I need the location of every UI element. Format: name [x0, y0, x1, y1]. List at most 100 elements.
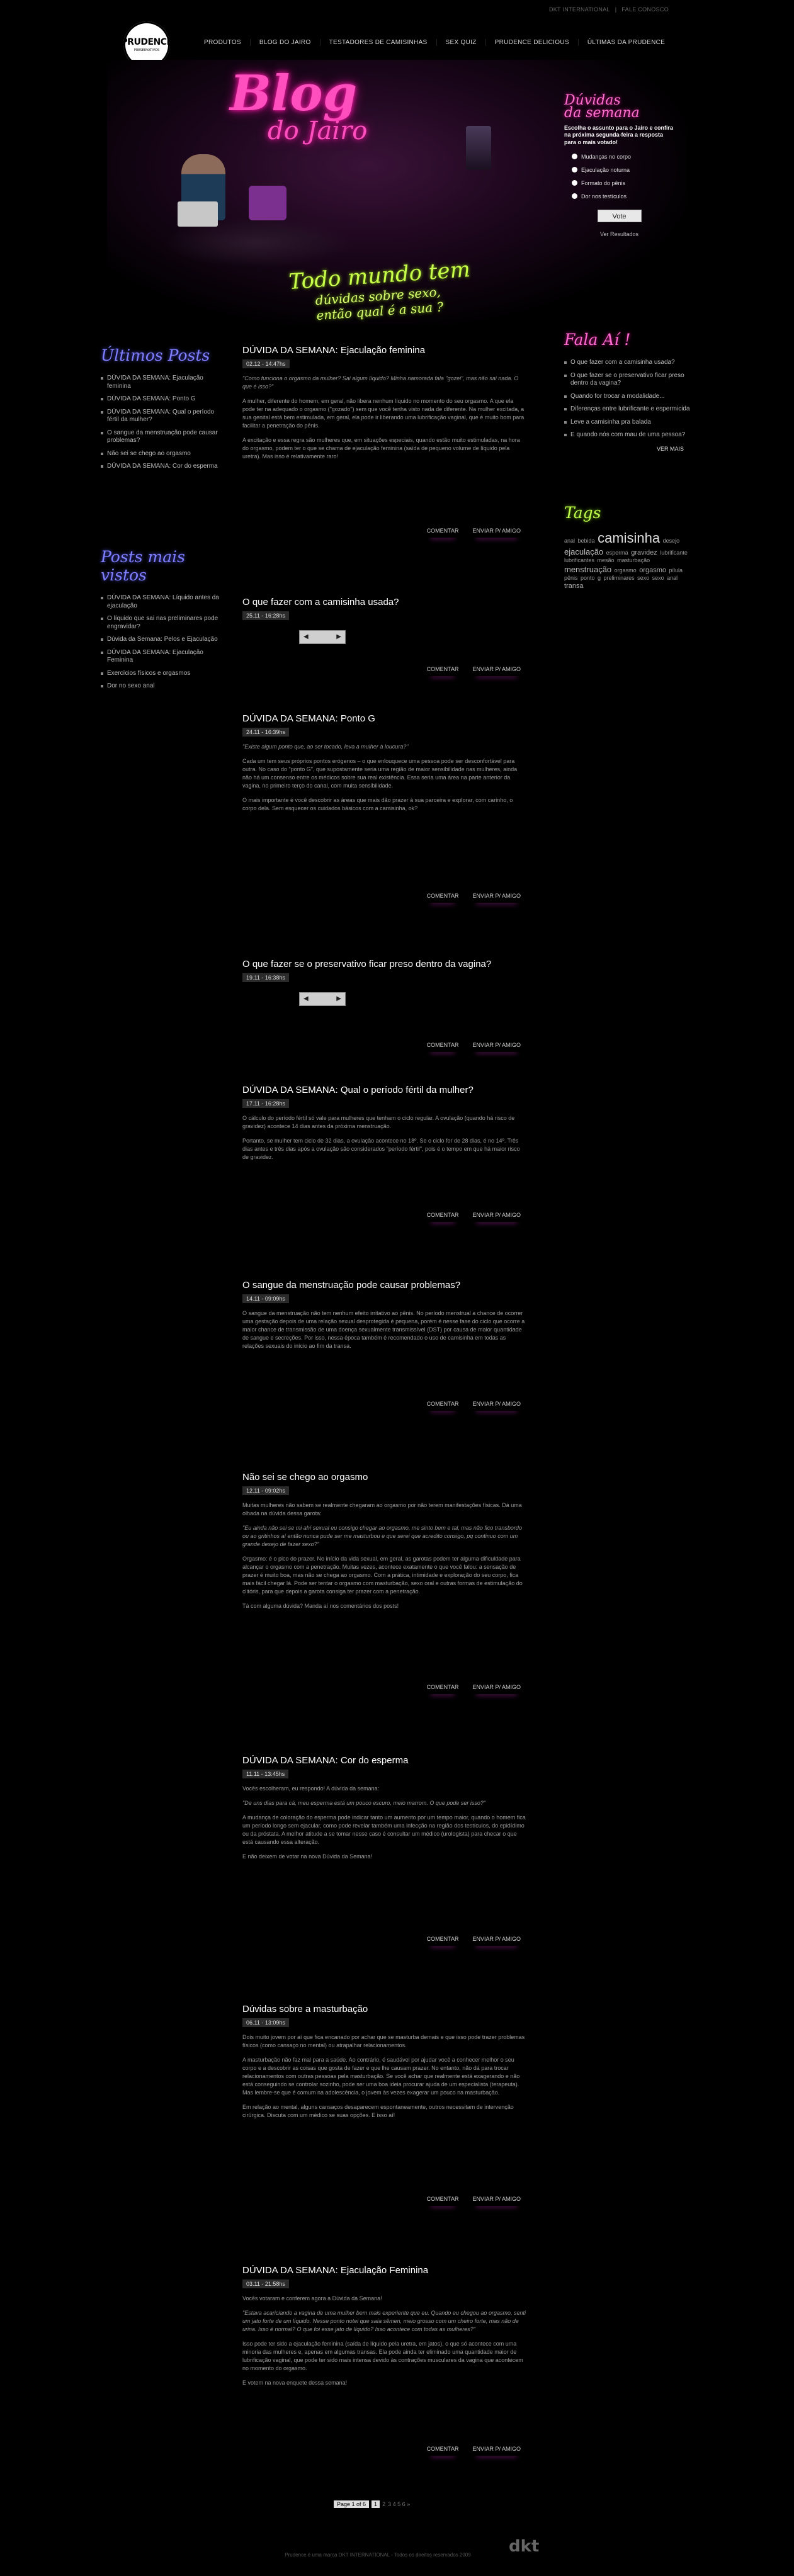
post-title[interactable]: DÚVIDA DA SEMANA: Ejaculação Feminina	[242, 2265, 526, 2277]
recent-post-link[interactable]: DÚVIDA DA SEMANA: Ponto G	[101, 393, 227, 406]
recent-post-link[interactable]: Não sei se chego ao orgasmo	[101, 448, 227, 461]
send-friend-button[interactable]: ENVIAR P/ AMIGO	[472, 528, 521, 538]
tag-link[interactable]: sexo	[637, 575, 649, 581]
post-title[interactable]: Dúvidas sobre a masturbação	[242, 2004, 526, 2016]
post-title[interactable]: Não sei se chego ao orgasmo	[242, 1472, 526, 1484]
tag-link[interactable]: pílula	[669, 567, 683, 573]
tag-link[interactable]: preliminares	[604, 575, 635, 581]
poll-option[interactable]: Ejaculação noturna	[572, 167, 674, 173]
comment-button[interactable]: COMENTAR	[427, 1401, 459, 1411]
nav-produtos[interactable]: PRODUTOS	[195, 39, 250, 46]
tag-link[interactable]: camisinha	[598, 530, 660, 546]
send-friend-button[interactable]: ENVIAR P/ AMIGO	[472, 2446, 521, 2456]
see-more-link[interactable]: VER MAIS	[564, 446, 690, 452]
fala-link[interactable]: Leve a camisinha pra balada	[564, 416, 690, 429]
post-date: 03.11 - 21:58hs	[242, 2279, 289, 2288]
dkt-link[interactable]: DKT INTERNATIONAL	[549, 6, 610, 13]
page-link[interactable]: 3 4 5 6 »	[388, 2501, 410, 2507]
fala-link[interactable]: O que fazer com a camisinha usada?	[564, 356, 690, 370]
tag-link[interactable]: ejaculação	[564, 547, 603, 556]
comment-button[interactable]: COMENTAR	[427, 1936, 459, 1946]
send-friend-button[interactable]: ENVIAR P/ AMIGO	[472, 1212, 521, 1222]
radio-icon[interactable]	[572, 154, 577, 160]
fala-link[interactable]: Quando for trocar a modalidade...	[564, 390, 690, 404]
viewed-post-link[interactable]: Exercícios físicos e orgasmos	[101, 667, 227, 681]
post-title[interactable]: DÚVIDA DA SEMANA: Ejaculação feminina	[242, 345, 526, 357]
nav-ultimas[interactable]: ÚLTIMAS DA PRUDENCE	[577, 39, 674, 46]
send-friend-button[interactable]: ENVIAR P/ AMIGO	[472, 666, 521, 676]
post-title[interactable]: DÚVIDA DA SEMANA: Cor do esperma	[242, 1755, 526, 1767]
post-title[interactable]: O que fazer se o preservativo ficar pres…	[242, 959, 526, 971]
nav-delicious[interactable]: PRUDENCE DELICIOUS	[485, 39, 578, 46]
video-player[interactable]: ◀ ▶	[299, 991, 346, 1006]
comment-button[interactable]: COMENTAR	[427, 1042, 459, 1052]
viewed-post-link[interactable]: Dúvida da Semana: Pelos e Ejaculação	[101, 633, 227, 647]
recent-post-link[interactable]: DÚVIDA DA SEMANA: Ejaculação feminina	[101, 372, 227, 393]
nav-sex-quiz[interactable]: SEX QUIZ	[436, 39, 485, 46]
viewed-post-link[interactable]: O líquido que sai nas preliminares pode …	[101, 613, 227, 633]
page-link[interactable]: 2	[382, 2501, 385, 2507]
radio-icon[interactable]	[572, 180, 577, 186]
tag-link[interactable]: mesão	[598, 557, 615, 563]
poll-results-link[interactable]: Ver Resultados	[564, 231, 674, 237]
next-icon[interactable]: ▶	[336, 633, 341, 640]
send-friend-button[interactable]: ENVIAR P/ AMIGO	[472, 1684, 521, 1694]
recent-post-link[interactable]: O sangue da menstruação pode causar prob…	[101, 427, 227, 448]
radio-icon[interactable]	[572, 193, 577, 200]
comment-button[interactable]: COMENTAR	[427, 1212, 459, 1222]
send-friend-button[interactable]: ENVIAR P/ AMIGO	[472, 2196, 521, 2206]
tag-link[interactable]: lubrificante	[660, 550, 688, 556]
recent-post-link[interactable]: DÚVIDA DA SEMANA: Cor do esperma	[101, 460, 227, 473]
send-friend-button[interactable]: ENVIAR P/ AMIGO	[472, 1936, 521, 1946]
tag-link[interactable]: desejo	[663, 538, 680, 544]
tag-link[interactable]: pênis	[564, 575, 578, 581]
radio-icon[interactable]	[572, 167, 577, 173]
fala-link[interactable]: O que fazer se o preservativo ficar pres…	[564, 370, 690, 390]
fala-link[interactable]: Diferenças entre lubrificante e espermic…	[564, 403, 690, 416]
tag-link[interactable]: masturbação	[617, 557, 650, 563]
dkt-logo[interactable]: dkt	[509, 2537, 539, 2556]
play-icon[interactable]: ◀	[303, 995, 309, 1002]
comment-button[interactable]: COMENTAR	[427, 666, 459, 676]
tag-link[interactable]: sexo anal	[652, 575, 678, 581]
tag-link[interactable]: menstruação	[564, 565, 611, 574]
viewed-post-link[interactable]: Dor no sexo anal	[101, 680, 227, 693]
poll-option[interactable]: Formato do pênis	[572, 180, 674, 186]
post-title[interactable]: O sangue da menstruação pode causar prob…	[242, 1280, 526, 1292]
fala-link[interactable]: E quando nós com mau de uma pessoa?	[564, 429, 690, 442]
tag-link[interactable]: esperma	[606, 550, 628, 556]
comment-button[interactable]: COMENTAR	[427, 2446, 459, 2456]
tag-link[interactable]: transa	[564, 582, 584, 590]
contact-link[interactable]: FALE CONOSCO	[621, 6, 669, 13]
comment-button[interactable]: COMENTAR	[427, 893, 459, 903]
nav-blog[interactable]: BLOG DO JAIRO	[249, 39, 320, 46]
post-title[interactable]: DÚVIDA DA SEMANA: Qual o período fértil …	[242, 1085, 526, 1097]
comment-button[interactable]: COMENTAR	[427, 2196, 459, 2206]
post-paragraph: Vocês votaram e conferem agora a Dúvida …	[242, 2295, 382, 2302]
comment-button[interactable]: COMENTAR	[427, 1684, 459, 1694]
page-current[interactable]: 1	[371, 2500, 380, 2508]
next-icon[interactable]: ▶	[336, 995, 341, 1002]
tag-link[interactable]: ponto g	[581, 575, 601, 581]
send-friend-button[interactable]: ENVIAR P/ AMIGO	[472, 1042, 521, 1052]
recent-post-link[interactable]: DÚVIDA DA SEMANA: Qual o período fértil …	[101, 406, 227, 427]
nav-testadores[interactable]: TESTADORES DE CAMISINHAS	[319, 39, 436, 46]
send-friend-button[interactable]: ENVIAR P/ AMIGO	[472, 893, 521, 903]
tag-link[interactable]: orgasmo	[639, 567, 666, 574]
tag-link[interactable]: orgasmo	[615, 567, 637, 573]
poll-option[interactable]: Dor nos testículos	[572, 193, 674, 200]
vote-button[interactable]: Vote	[597, 209, 642, 222]
video-player[interactable]: ◀ ▶	[299, 630, 346, 644]
tag-link[interactable]: bebida	[578, 538, 595, 544]
send-friend-button[interactable]: ENVIAR P/ AMIGO	[472, 1401, 521, 1411]
tag-link[interactable]: lubrificantes	[564, 557, 594, 563]
play-icon[interactable]: ◀	[303, 633, 309, 640]
viewed-post-link[interactable]: DÚVIDA DA SEMANA: Líquido antes da ejacu…	[101, 592, 227, 613]
post-title[interactable]: DÚVIDA DA SEMANA: Ponto G	[242, 713, 526, 725]
tag-link[interactable]: anal	[564, 538, 575, 544]
poll-option[interactable]: Mudanças no corpo	[572, 154, 674, 160]
post-title[interactable]: O que fazer com a camisinha usada?	[242, 597, 526, 609]
comment-button[interactable]: COMENTAR	[427, 528, 459, 538]
viewed-post-link[interactable]: DÚVIDA DA SEMANA: Ejaculação Feminina	[101, 647, 227, 667]
tag-link[interactable]: gravidez	[631, 549, 657, 556]
